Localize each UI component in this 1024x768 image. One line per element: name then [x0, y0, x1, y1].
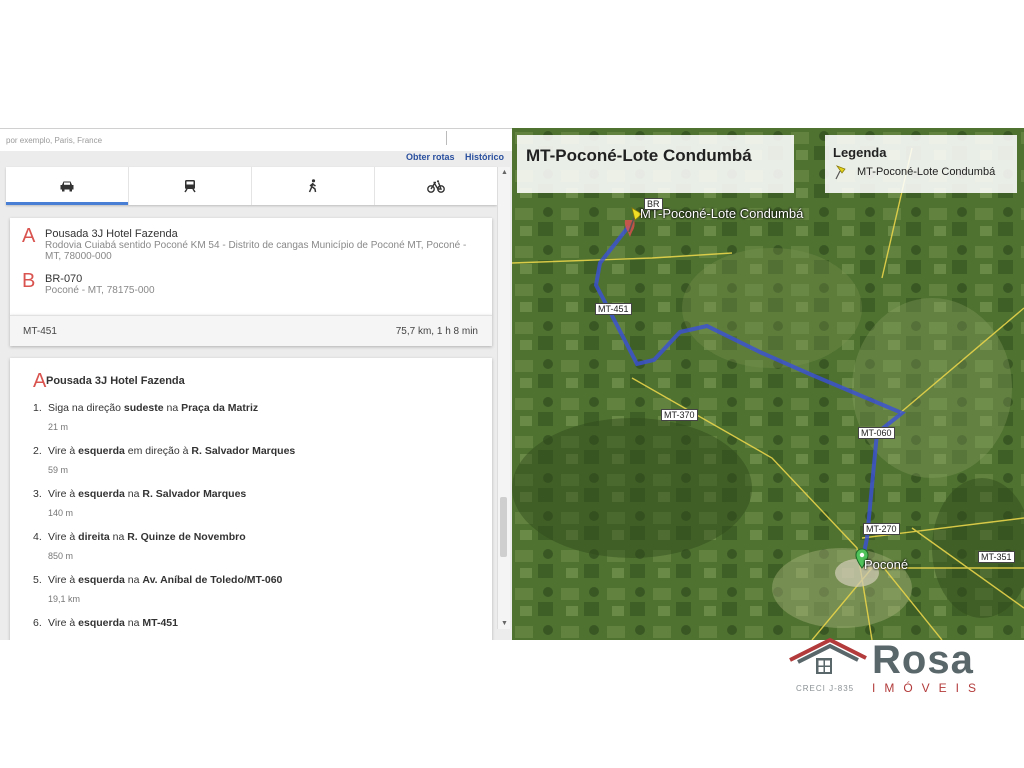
get-directions-link[interactable]: Obter rotas	[406, 152, 455, 162]
step-distance: 19,1 km	[48, 594, 81, 604]
direction-step[interactable]: 4. Vire à direita na R. Quinze de Novembr…	[33, 531, 483, 561]
step-direction: esquerda	[78, 445, 125, 457]
scroll-up-icon[interactable]: ▲	[501, 169, 508, 176]
route-summary-distance: 75,7 km, 1 h 8 min	[395, 326, 478, 337]
direction-step[interactable]: 2. Vire à esquerda em direção à R. Salvad…	[33, 445, 483, 475]
search-input[interactable]: por exemplo, Paris, France	[0, 128, 512, 151]
map-title-box: MT-Poconé-Lote Condumbá	[517, 135, 794, 193]
step-direction: esquerda	[78, 488, 125, 500]
step-street: R. Quinze de Novembro	[127, 531, 246, 543]
direction-step[interactable]: 5. Vire à esquerda na Av. Aníbal de Toled…	[33, 574, 483, 604]
search-placeholder: por exemplo, Paris, France	[6, 136, 103, 145]
scrollbar[interactable]: ▲ ▼	[497, 167, 510, 629]
road-label-mt370: MT-370	[661, 409, 698, 421]
step-direction: esquerda	[78, 574, 125, 586]
step-street: MT-451	[142, 617, 178, 629]
steps-start-name: Pousada 3J Hotel Fazenda	[46, 375, 185, 387]
town-label: Poconé	[864, 557, 909, 572]
step-text: na	[124, 574, 143, 586]
steps-start-letter: A	[33, 370, 47, 392]
waypoint-b-letter: B	[22, 270, 36, 292]
step-distance: 850 m	[48, 551, 74, 561]
satellite-map[interactable]: MT-Poconé-Lote Condumbá Legenda MT-Pocon…	[512, 128, 1024, 640]
road-label-mt351: MT-351	[978, 551, 1015, 563]
step-direction: direita	[78, 531, 110, 543]
step-text: Vire à	[48, 488, 79, 500]
scroll-thumb[interactable]	[500, 497, 507, 557]
waypoint-a-address: Rodovia Cuiabá sentido Poconé KM 54 - Di…	[45, 240, 467, 262]
search-divider	[446, 131, 447, 145]
step-text: Vire à	[48, 617, 79, 629]
step-number: 3.	[33, 488, 42, 500]
step-text: Vire à	[48, 531, 79, 543]
walk-icon	[308, 179, 317, 193]
step-direction: sudeste	[123, 402, 164, 414]
directions-steps: A Pousada 3J Hotel Fazenda 1. Siga na dir…	[10, 358, 492, 640]
direction-step[interactable]: 3. Vire à esquerda na R. Salvador Marques…	[33, 488, 483, 518]
history-link[interactable]: Histórico	[465, 152, 504, 162]
tab-transit[interactable]	[129, 167, 252, 205]
step-street: R. Salvador Marques	[142, 488, 247, 500]
step-text: Siga na direção	[48, 402, 124, 414]
step-number: 4.	[33, 531, 42, 543]
step-street: Av. Aníbal de Toledo/MT-060	[142, 574, 283, 586]
step-number: 2.	[33, 445, 42, 457]
step-text: em direção à	[124, 445, 192, 457]
step-text: na	[163, 402, 182, 414]
scroll-down-icon[interactable]: ▼	[501, 620, 508, 627]
map-legend: Legenda MT-Poconé-Lote Condumbá	[825, 135, 1017, 193]
waypoint-a-name: Pousada 3J Hotel Fazenda	[45, 228, 178, 240]
pushpin-icon	[835, 165, 846, 180]
waypoint-a-letter: A	[22, 225, 36, 247]
step-distance: 59 m	[48, 465, 69, 475]
tab-bike[interactable]	[375, 167, 497, 205]
step-street: R. Salvador Marques	[191, 445, 296, 457]
car-icon	[60, 181, 74, 192]
bike-icon	[427, 179, 445, 193]
tab-car[interactable]	[6, 167, 129, 205]
transit-icon	[184, 180, 196, 193]
logo-name: Rosa	[872, 638, 974, 682]
step-number: 1.	[33, 402, 42, 414]
route-summary[interactable]: MT-451 75,7 km, 1 h 8 min	[10, 315, 492, 346]
legend-title: Legenda	[833, 145, 887, 160]
step-text: Vire à	[48, 574, 79, 586]
road-label-mt060: MT-060	[858, 427, 895, 439]
map-title: MT-Poconé-Lote Condumbá	[526, 146, 752, 165]
step-distance: 21 m	[48, 422, 69, 432]
step-direction: esquerda	[78, 617, 125, 629]
step-text: na	[124, 617, 143, 629]
directions-panel: por exemplo, Paris, France Obter rotas H…	[0, 128, 512, 640]
travel-mode-tabs	[6, 167, 497, 205]
logo-creci: CRECI J-835	[796, 684, 855, 693]
road-label-mt270: MT-270	[863, 523, 900, 535]
step-text: na	[109, 531, 128, 543]
step-street: Praça da Matriz	[181, 402, 259, 414]
house-logo-icon	[789, 638, 867, 674]
direction-step[interactable]: 6. Vire à esquerda na MT-451	[33, 617, 483, 629]
map-imagery	[512, 128, 1024, 640]
road-label-mt451: MT-451	[595, 303, 632, 315]
marker-label: MT-Poconé-Lote Condumbá	[640, 206, 804, 221]
direction-step[interactable]: 1. Siga na direção sudeste na Praça da Ma…	[33, 402, 483, 432]
step-text: Vire à	[48, 445, 79, 457]
top-links: Obter rotas Histórico	[398, 152, 504, 162]
waypoint-b-address: Poconé - MT, 78175-000	[45, 285, 155, 296]
waypoint-b-name: BR-070	[45, 273, 83, 285]
step-number: 5.	[33, 574, 42, 586]
road-label-br: BR	[644, 198, 663, 210]
tab-walk[interactable]	[252, 167, 375, 205]
route-waypoints: A Pousada 3J Hotel Fazenda Rodovia Cuiab…	[10, 218, 492, 315]
logo-tagline: IMÓVEIS	[872, 681, 986, 695]
route-summary-road: MT-451	[23, 326, 57, 337]
legend-item: MT-Poconé-Lote Condumbá	[857, 166, 996, 178]
step-text: na	[124, 488, 143, 500]
step-distance: 140 m	[48, 508, 74, 518]
step-number: 6.	[33, 617, 42, 629]
rosa-imoveis-logo: Rosa CRECI J-835 IMÓVEIS	[786, 636, 1016, 700]
